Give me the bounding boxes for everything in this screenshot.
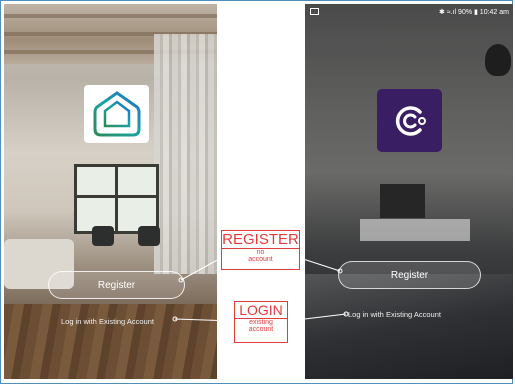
stone-wall-background	[154, 34, 217, 274]
login-callout: LOGIN existing account	[234, 301, 288, 343]
login-callout-subtitle-line2: account	[248, 326, 274, 334]
login-existing-account-link[interactable]: Log in with Existing Account	[348, 310, 441, 319]
left-phone-screen: Register Log in with Existing Account	[4, 4, 217, 379]
home-app-icon	[84, 85, 149, 143]
register-callout: REGISTER no account	[221, 230, 300, 270]
chair-background	[138, 226, 160, 246]
status-bar: ✱ ≈.ıl 90% ▮ 10:42 am	[305, 4, 513, 20]
register-button-label: Register	[390, 269, 429, 281]
image-notification-icon	[310, 8, 319, 15]
register-button[interactable]: Register	[48, 271, 185, 299]
tv-background	[380, 184, 425, 218]
login-callout-subtitle-line1: existing	[249, 319, 273, 326]
status-bar-indicators: ✱ ≈.ıl 90% ▮ 10:42 am	[439, 9, 509, 16]
window-background	[74, 164, 159, 234]
smart-plug-app-icon	[377, 89, 442, 152]
register-callout-subtitle-line1: no	[256, 249, 265, 256]
chair-background	[92, 226, 114, 246]
ceiling-beam	[4, 14, 217, 18]
register-callout-subtitle-line2: account	[248, 256, 273, 264]
right-phone-screen: ✱ ≈.ıl 90% ▮ 10:42 am Register Log in wi…	[305, 4, 513, 379]
login-callout-title: LOGIN	[235, 303, 287, 319]
register-button-label: Register	[97, 279, 136, 291]
register-callout-title: REGISTER	[222, 231, 299, 249]
register-button[interactable]: Register	[338, 261, 481, 289]
login-existing-account-link[interactable]: Log in with Existing Account	[61, 317, 186, 326]
floor-background	[4, 304, 217, 379]
bed-background	[305, 274, 513, 379]
pendant-lamp-background	[485, 44, 511, 76]
cabinet-background	[360, 219, 470, 241]
